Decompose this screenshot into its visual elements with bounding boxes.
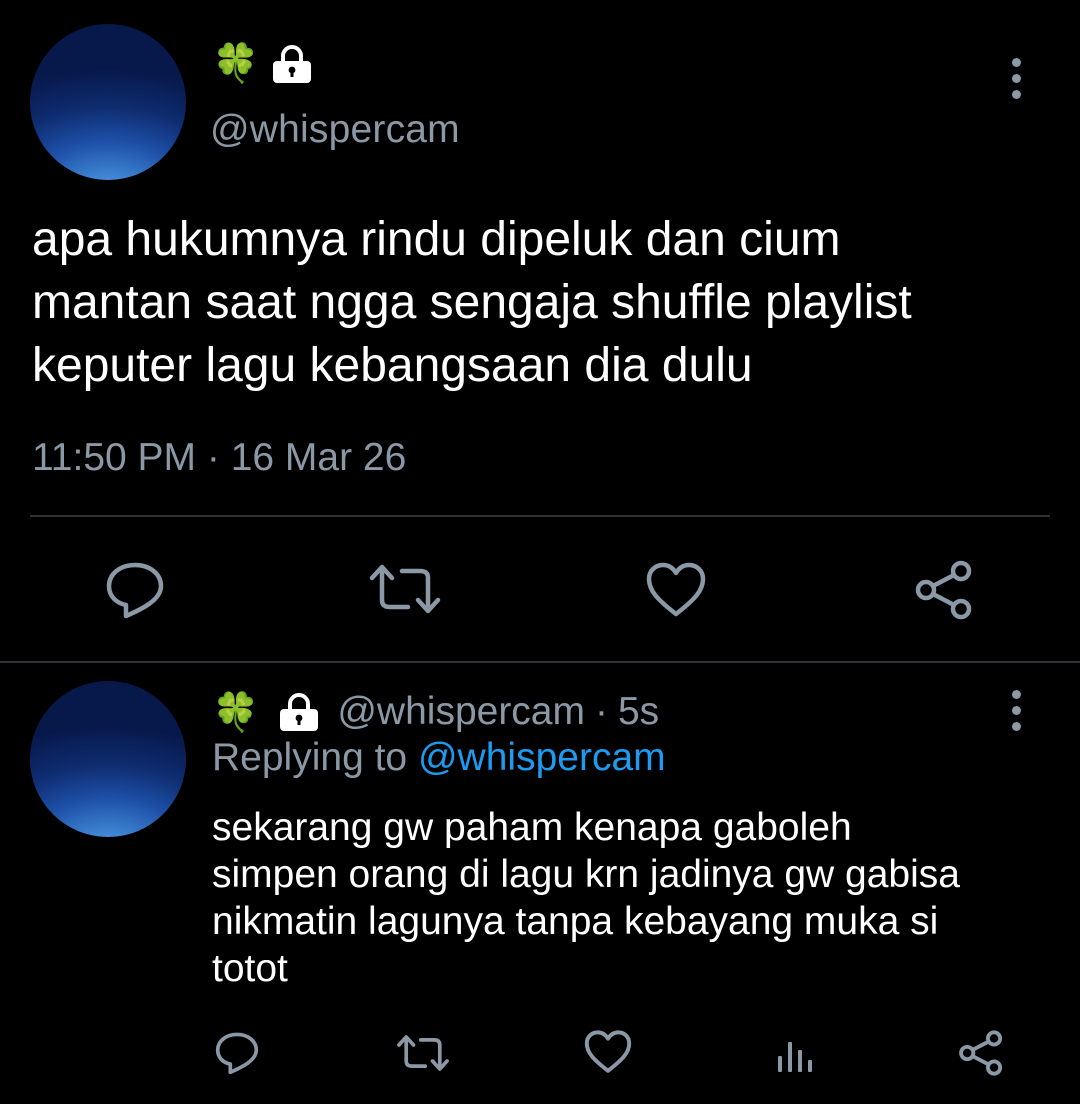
reply-more-options-icon[interactable] [1012,690,1022,738]
lock-icon [277,692,321,732]
reply-text: sekarang gw paham kenapa gaboleh simpen … [212,806,960,990]
author-handle[interactable]: @whispercam [210,108,460,152]
clover-emoji: 🍀 [212,690,260,734]
reply-icon[interactable] [104,560,166,620]
retweet-icon[interactable] [396,1032,450,1074]
replying-to-mention[interactable]: @whispercam [418,736,666,779]
analytics-icon[interactable] [776,1034,816,1074]
reply-header: 🍀 @whispercam · 5s [212,686,659,738]
reply-timestamp[interactable]: 5s [618,690,659,734]
section-divider [0,661,1080,663]
avatar[interactable] [30,24,186,180]
lock-icon [270,44,314,84]
reply-author-handle[interactable]: @whispercam [337,690,585,734]
more-options-icon[interactable] [1012,58,1022,106]
share-icon[interactable] [914,560,974,620]
like-icon[interactable] [646,562,706,618]
reply-icon[interactable] [214,1030,260,1076]
clover-emoji: 🍀 [212,41,260,85]
divider [30,515,1050,517]
replying-to: Replying to @whispercam [212,736,666,780]
reply-avatar[interactable] [30,681,186,837]
replying-to-label: Replying to [212,736,408,779]
like-icon[interactable] [584,1030,632,1074]
retweet-icon[interactable] [368,562,442,616]
tweet-text: apa hukumnya rindu dipeluk dan cium mant… [32,213,912,392]
tweet-timestamp[interactable]: 11:50 PM · 16 Mar 26 [32,436,406,480]
share-icon[interactable] [958,1030,1004,1076]
separator-dot: · [594,690,608,733]
